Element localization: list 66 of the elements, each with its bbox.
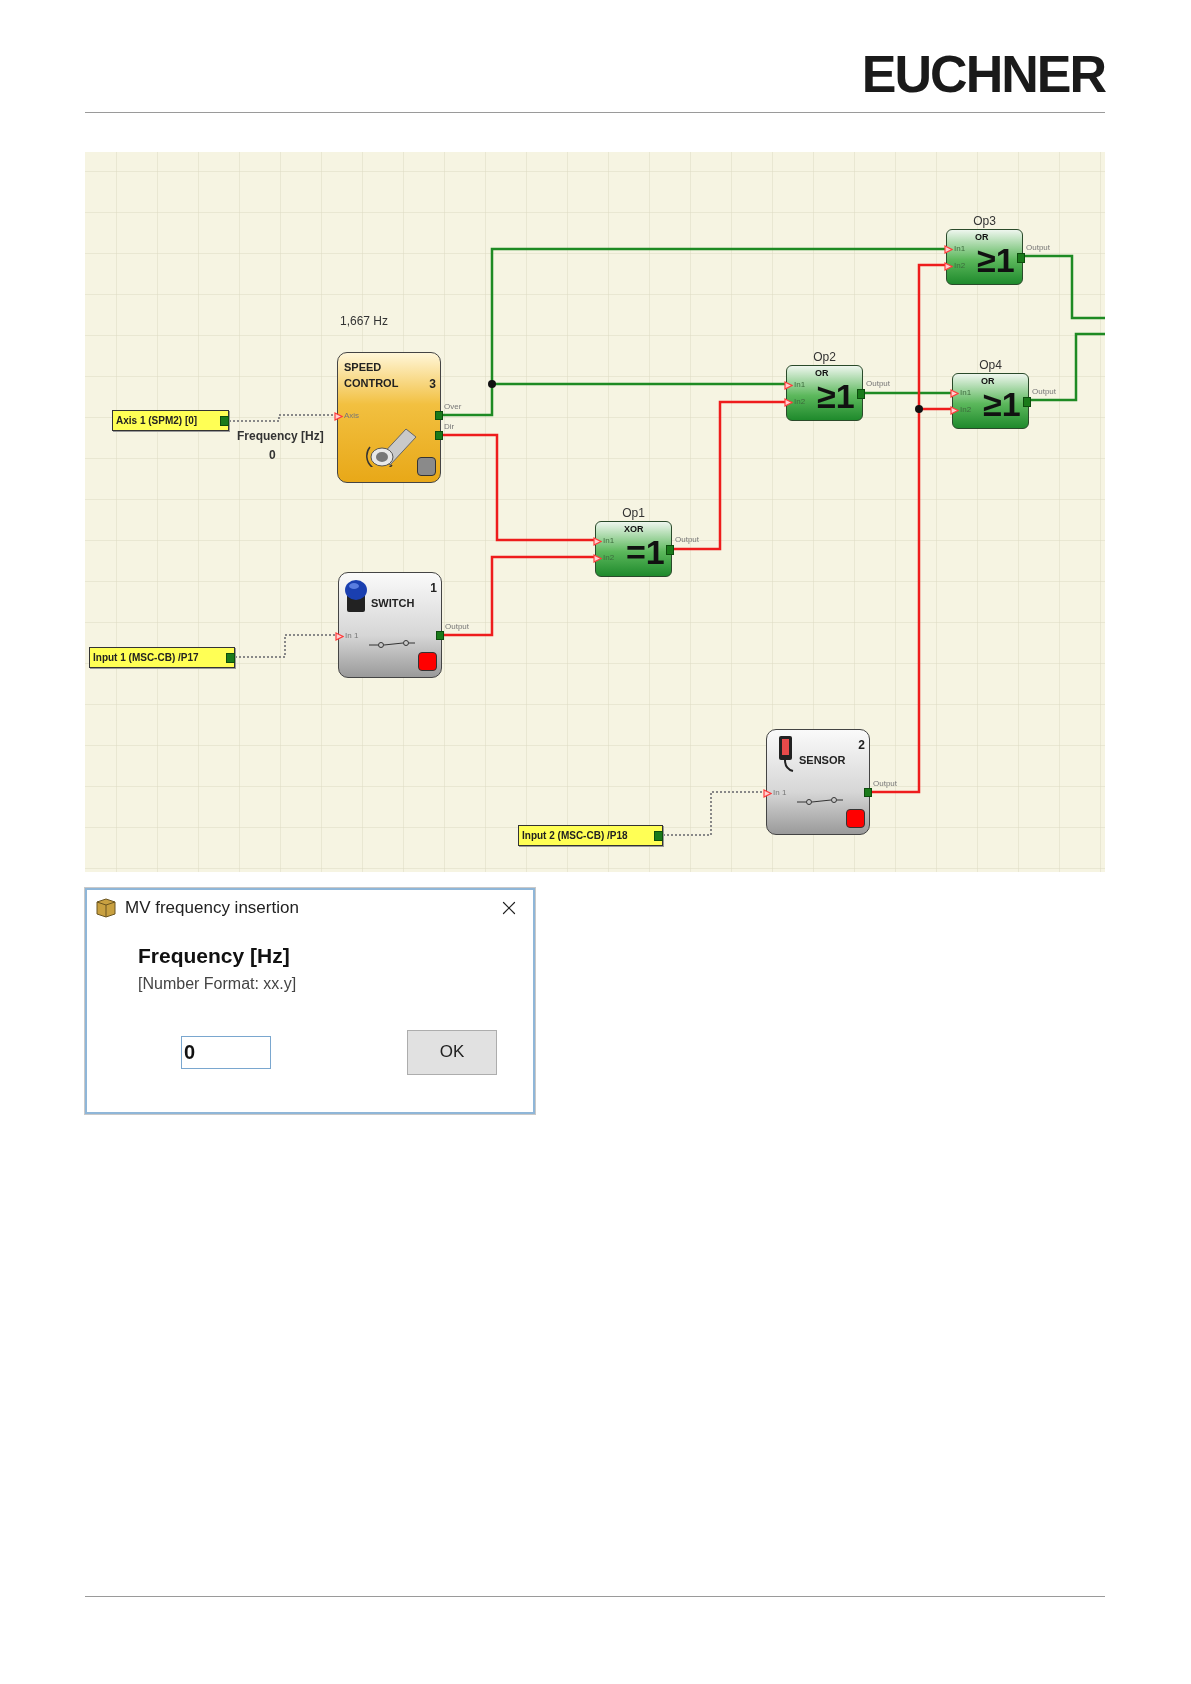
gate-symbol: ≥1 xyxy=(983,386,1021,422)
frequency-input[interactable]: 0 xyxy=(181,1035,271,1069)
gate-type: XOR xyxy=(624,524,644,534)
gate-symbol: ≥1 xyxy=(817,378,855,414)
gate-type: OR xyxy=(975,232,989,242)
gate-symbol: =1 xyxy=(626,534,665,570)
block-title: SWITCH xyxy=(371,596,415,611)
junction-dot xyxy=(915,405,923,413)
output-port[interactable] xyxy=(436,631,444,640)
input-arrow-icon xyxy=(334,411,343,421)
output-port[interactable] xyxy=(654,831,663,841)
app-cube-icon xyxy=(95,898,117,918)
gate-name: Op2 xyxy=(812,350,837,364)
gate-type: OR xyxy=(815,368,829,378)
output-port-label: Output xyxy=(873,779,897,789)
input-tag[interactable]: Input 2 (MSC-CB) /P18 xyxy=(518,825,663,846)
format-hint: [Number Format: xx.y] xyxy=(138,973,298,994)
output-port-label: Output xyxy=(1026,243,1050,253)
input-port-label: In1 xyxy=(960,388,972,398)
output-port[interactable] xyxy=(1023,397,1031,407)
output-port-label: Output xyxy=(1032,387,1056,397)
output-port[interactable] xyxy=(1017,253,1025,263)
switch-contact-icon xyxy=(369,637,415,649)
push-button-icon xyxy=(344,578,368,614)
input-port-label: In1 xyxy=(603,536,615,546)
gate-symbol: ≥1 xyxy=(977,242,1015,278)
input-port-label: In1 xyxy=(954,244,966,254)
parameter-value: 0 xyxy=(269,447,276,464)
switch-contact-icon xyxy=(797,794,843,806)
block-number: 2 xyxy=(858,737,865,754)
block-title: SENSOR xyxy=(799,753,846,768)
output-port[interactable] xyxy=(220,416,229,426)
gate-name: Op1 xyxy=(621,506,646,520)
output-port-label: Dir xyxy=(444,422,455,432)
input-tag[interactable]: Axis 1 (SPM2) [0] xyxy=(112,410,229,431)
input-tag[interactable]: Input 1 (MSC-CB) /P17 xyxy=(89,647,235,668)
dialog-heading: Frequency [Hz] xyxy=(138,943,291,969)
company-logo: EUCHNER xyxy=(861,50,1105,98)
gate-name: Op3 xyxy=(972,214,997,228)
output-port-label: Over xyxy=(444,402,462,412)
input-port-label: In 1 xyxy=(773,788,787,798)
output-port-label: Output xyxy=(445,622,469,632)
parameter-label: Frequency [Hz] xyxy=(237,428,324,445)
output-port[interactable] xyxy=(864,788,872,797)
junction-dot xyxy=(488,380,496,388)
output-port[interactable] xyxy=(435,411,443,420)
output-port[interactable] xyxy=(435,431,443,440)
block-number: 1 xyxy=(430,580,437,597)
gate-name: Op4 xyxy=(978,358,1003,372)
gate-type: OR xyxy=(981,376,995,386)
output-port-label: Output xyxy=(866,379,890,389)
output-port[interactable] xyxy=(666,545,674,555)
block-title: SPEED CONTROL xyxy=(344,360,400,391)
output-port-label: Output xyxy=(675,535,699,545)
output-port[interactable] xyxy=(857,389,865,399)
ok-button[interactable]: OK xyxy=(407,1029,497,1075)
input-arrow-icon xyxy=(335,631,344,641)
input-port-label: Axis xyxy=(344,411,360,421)
input-arrow-icon xyxy=(763,788,772,798)
sensor-icon xyxy=(777,735,795,773)
input-port-label: In1 xyxy=(794,380,806,390)
block-number: 3 xyxy=(429,376,436,393)
dialog-title: MV frequency insertion xyxy=(125,897,299,920)
frequency-reading: 1,667 Hz xyxy=(340,313,389,330)
input-port-label: In 1 xyxy=(345,631,359,641)
output-port[interactable] xyxy=(226,653,235,663)
